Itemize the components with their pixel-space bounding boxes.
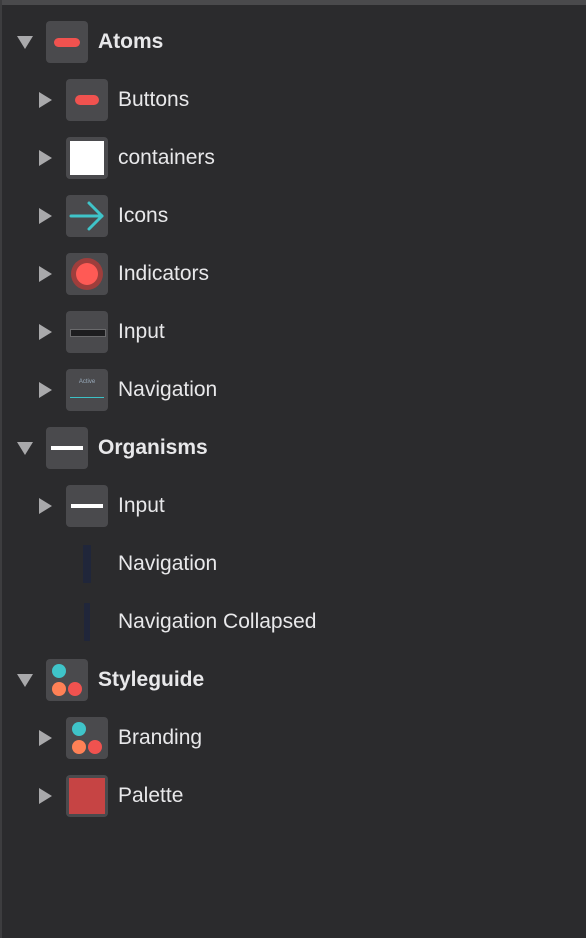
tree-group-label: Organisms xyxy=(98,436,208,459)
tree-item-label: Palette xyxy=(118,784,184,807)
panel-top-border xyxy=(0,0,586,5)
button-preview-icon xyxy=(46,21,88,63)
arrow-right-icon xyxy=(66,195,108,237)
disclosure-collapsed-icon[interactable] xyxy=(36,497,54,515)
dark-pillar-icon xyxy=(66,543,108,585)
white-bar-icon xyxy=(66,485,108,527)
red-square-icon xyxy=(66,775,108,817)
tree-group-label: Atoms xyxy=(98,30,164,53)
button-preview-icon xyxy=(66,79,108,121)
white-bar-icon xyxy=(46,427,88,469)
disclosure-collapsed-icon[interactable] xyxy=(36,91,54,109)
tree-item-indicators[interactable]: Indicators xyxy=(0,245,586,303)
tree-item-input[interactable]: Input xyxy=(0,303,586,361)
disclosure-expanded-icon[interactable] xyxy=(16,439,34,457)
disclosure-collapsed-icon[interactable] xyxy=(36,381,54,399)
tree-item-label: Navigation xyxy=(118,378,218,401)
disclosure-expanded-icon[interactable] xyxy=(16,671,34,689)
dark-pillar-icon xyxy=(66,601,108,643)
tree-item-label: Navigation xyxy=(118,552,218,575)
tree-item-branding[interactable]: Branding xyxy=(0,709,586,767)
disclosure-collapsed-icon[interactable] xyxy=(36,729,54,747)
disclosure-expanded-icon[interactable] xyxy=(16,33,34,51)
tree-item-label: Indicators xyxy=(118,262,210,285)
color-dots-icon xyxy=(66,717,108,759)
tree-item-label: Branding xyxy=(118,726,203,749)
color-dots-icon xyxy=(46,659,88,701)
tree-item-palette[interactable]: Palette xyxy=(0,767,586,825)
tree-item-label: Buttons xyxy=(118,88,190,111)
tree-item-organisms-input[interactable]: Input xyxy=(0,477,586,535)
white-square-icon xyxy=(66,137,108,179)
tree-item-containers[interactable]: containers xyxy=(0,129,586,187)
layer-tree: Atoms Buttons containers Icons Indicator… xyxy=(0,13,586,825)
tree-item-icons[interactable]: Icons xyxy=(0,187,586,245)
disclosure-collapsed-icon[interactable] xyxy=(36,265,54,283)
disclosure-collapsed-icon[interactable] xyxy=(36,207,54,225)
red-dot-icon xyxy=(66,253,108,295)
disclosure-collapsed-icon[interactable] xyxy=(36,323,54,341)
nav-preview-text: Active xyxy=(78,379,96,385)
tree-group-label: Styleguide xyxy=(98,668,205,691)
input-preview-icon xyxy=(66,311,108,353)
tree-item-organisms-navigation[interactable]: Navigation xyxy=(0,535,586,593)
tree-item-label: Icons xyxy=(118,204,169,227)
disclosure-collapsed-icon[interactable] xyxy=(36,787,54,805)
tree-item-buttons[interactable]: Buttons xyxy=(0,71,586,129)
tree-item-label: Input xyxy=(118,320,165,343)
tree-item-label: Input xyxy=(118,494,165,517)
tree-group-organisms[interactable]: Organisms xyxy=(0,419,586,477)
tree-item-label: containers xyxy=(118,146,215,169)
tree-item-organisms-navigation-collapsed[interactable]: Navigation Collapsed xyxy=(0,593,586,651)
nav-preview-icon: Active xyxy=(66,369,108,411)
tree-group-styleguide[interactable]: Styleguide xyxy=(0,651,586,709)
tree-item-label: Navigation Collapsed xyxy=(118,610,317,633)
tree-group-atoms[interactable]: Atoms xyxy=(0,13,586,71)
disclosure-collapsed-icon[interactable] xyxy=(36,149,54,167)
tree-item-navigation[interactable]: Active Navigation xyxy=(0,361,586,419)
